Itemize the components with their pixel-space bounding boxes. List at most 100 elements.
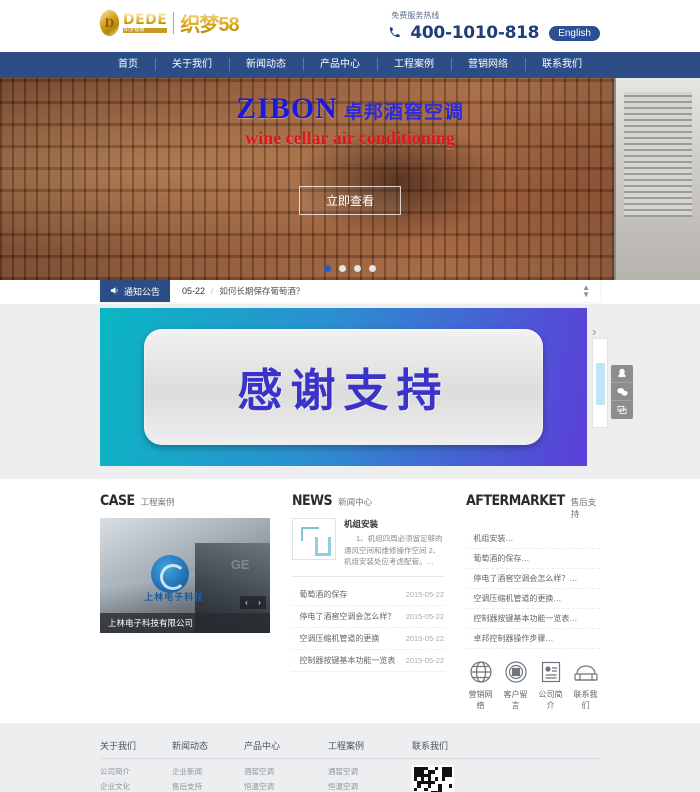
quick-link-profile[interactable]: 公司简介 <box>536 659 565 711</box>
footer-column-title: 新闻动态 <box>172 739 244 759</box>
list-item[interactable]: · 空调压缩机管道的更换 2015-05-22 <box>292 628 444 650</box>
english-language-button[interactable]: English <box>549 25 600 41</box>
list-item[interactable]: · 控制器按键基本功能一览表 2015-05-22 <box>292 650 444 672</box>
notice-headline: 如何长期保存葡萄酒？ <box>219 286 305 296</box>
banner-dot-4[interactable] <box>369 265 376 272</box>
case-prev-button[interactable]: ‹ <box>240 596 253 609</box>
logo-coin-icon: D <box>100 9 119 36</box>
bullet-icon: · <box>292 612 295 620</box>
nav-item-news[interactable]: 新闻动态 <box>229 52 303 78</box>
footer-column-news: 新闻动态 企业新闻 售后支持 产品知识 <box>172 739 244 792</box>
notice-scroll-arrows[interactable]: ▲ ▼ <box>582 283 600 298</box>
bullet-icon: · <box>466 555 469 562</box>
footer-column-title: 联系我们 <box>412 739 600 759</box>
list-item[interactable]: · 停电了酒窖空调会怎么样？ 2015-05-22 <box>292 606 444 628</box>
hotline-label: 免费服务热线 <box>391 11 440 20</box>
footer-link[interactable]: 恒温空调 <box>328 780 412 792</box>
list-item[interactable]: · 卓邦控制器操作步骤… <box>466 629 600 649</box>
case-section-header: CASE 工程案例 <box>100 493 270 509</box>
aftermarket-item-text: 卓邦控制器操作步骤… <box>473 634 554 643</box>
notice-separator: / <box>211 286 214 296</box>
notice-tag[interactable]: 通知公告 <box>100 280 171 302</box>
case-card[interactable]: 上林电子科技 GE ‹ › 上林电子科技有限公司 <box>100 518 270 633</box>
news-item-date: 2015-05-22 <box>405 655 444 665</box>
list-item[interactable]: · 葡萄酒的保存… <box>466 549 600 569</box>
banner-dot-3[interactable] <box>354 265 361 272</box>
megaphone-icon <box>110 286 120 297</box>
case-caption: 上林电子科技有限公司 <box>100 613 270 633</box>
list-item[interactable]: · 葡萄酒的保存 2015-05-22 <box>292 584 444 606</box>
aftermarket-item-text: 葡萄酒的保存… <box>473 554 530 563</box>
case-slider-nav: ‹ › <box>240 596 266 609</box>
news-item-date: 2015-05-22 <box>405 633 444 643</box>
list-item[interactable]: · 控制器按键基本功能一览表… <box>466 609 600 629</box>
footer-link[interactable]: 售后支持 <box>172 780 244 792</box>
news-item-text: 空调压缩机管道的更换 <box>299 633 380 643</box>
message-icon[interactable] <box>611 401 633 419</box>
footer-column-title: 工程案例 <box>328 739 412 759</box>
banner-dots <box>324 265 376 272</box>
footer-column-about: 关于我们 公司简介 企业文化 质量认证 企业荣誉 <box>100 739 172 792</box>
list-item[interactable]: · 空调压缩机管道的更换… <box>466 589 600 609</box>
banner-subtitle: wine cellar air conditioning <box>245 128 455 148</box>
aftermarket-item-text: 停电了酒窖空调会怎么样？… <box>473 574 578 583</box>
footer-link[interactable]: 恒温空调 <box>244 780 328 792</box>
case-ghost-text: GE <box>230 557 250 573</box>
banner-dot-1[interactable] <box>324 265 331 272</box>
logo-brand-text: DEDE <box>123 11 168 28</box>
banner-dot-2[interactable] <box>339 265 346 272</box>
qr-code-image <box>412 765 454 792</box>
page-root: D DEDE 织梦模板 织梦58 免费服务热线 400-1010-818 Eng… <box>0 0 700 792</box>
nav-item-products[interactable]: 产品中心 <box>303 52 377 78</box>
promo-next-arrow[interactable]: › <box>592 324 596 339</box>
quick-link-network[interactable]: 营销网络 <box>466 659 495 711</box>
telephone-icon <box>573 659 599 685</box>
quick-link-contact[interactable]: 联系我们 <box>571 659 600 711</box>
list-item[interactable]: · 机组安装… <box>466 529 600 549</box>
list-item[interactable]: · 停电了酒窖空调会怎么样？… <box>466 569 600 589</box>
footer-link[interactable]: 酒窖空调 <box>244 765 328 780</box>
footer-column-contact: 联系我们 <box>412 739 600 792</box>
news-item-text: 葡萄酒的保存 <box>299 589 348 599</box>
footer-link[interactable]: 企业新闻 <box>172 765 244 780</box>
news-title-cn: 新闻中心 <box>338 497 373 507</box>
case-next-button[interactable]: › <box>253 596 266 609</box>
bullet-icon: · <box>292 634 295 642</box>
quick-link-label: 公司简介 <box>538 690 563 710</box>
aftermarket-title-cn: 售后支持 <box>570 497 597 519</box>
nav-item-contact[interactable]: 联系我们 <box>525 52 599 78</box>
news-item-date: 2015-05-22 <box>405 589 444 599</box>
bullet-icon: · <box>466 635 469 642</box>
bullet-icon: · <box>466 615 469 622</box>
notice-content[interactable]: 05-22 / 如何长期保存葡萄酒？ <box>170 285 304 297</box>
banner-title-block: ZIBON 卓邦酒窖空调 wine cellar air conditioning <box>0 92 700 149</box>
case-title-en: CASE <box>100 493 135 509</box>
card-icon <box>538 659 564 685</box>
footer-link[interactable]: 公司简介 <box>100 765 172 780</box>
news-feature[interactable]: 机组安装 1、机组四周必须留足够的通风空间和维修操作空间 2、机组安装处应考虑配… <box>292 518 444 577</box>
nav-item-home[interactable]: 首页 <box>101 52 155 78</box>
bullet-icon: · <box>466 575 469 582</box>
nav-item-cases[interactable]: 工程案例 <box>377 52 451 78</box>
banner-brand-cn: 卓邦酒窖空调 <box>343 102 464 123</box>
footer-column-products: 产品中心 酒窖空调 恒温空调 恒温恒湿机 净化空调 泳池除湿热泵机组 转轮除湿机… <box>244 739 328 792</box>
banner-cta-button[interactable]: 立即查看 <box>298 186 402 215</box>
nav-item-network[interactable]: 营销网络 <box>451 52 525 78</box>
nav-item-about[interactable]: 关于我们 <box>155 52 229 78</box>
notice-bar: 通知公告 05-22 / 如何长期保存葡萄酒？ ▲ ▼ <box>100 280 600 302</box>
news-list: · 葡萄酒的保存 2015-05-22 · 停电了酒窖空调会怎么样？ 2015-… <box>292 584 444 672</box>
news-item-text: 停电了酒窖空调会怎么样？ <box>299 611 396 621</box>
quick-link-label: 营销网络 <box>468 690 493 710</box>
footer-link[interactable]: 企业文化 <box>100 780 172 792</box>
quick-link-message[interactable]: 客户留言 <box>501 659 530 711</box>
footer-link[interactable]: 酒窖空调 <box>328 765 412 780</box>
promo-banner-image[interactable]: 感谢支持 <box>100 308 587 466</box>
phone-icon <box>389 26 401 40</box>
wechat-icon[interactable] <box>611 383 633 401</box>
site-logo[interactable]: D DEDE 织梦模板 织梦58 <box>100 8 240 37</box>
content-columns: CASE 工程案例 上林电子科技 GE ‹ › 上林电子科技有限公司 NEWS … <box>0 479 700 711</box>
quick-link-label: 联系我们 <box>573 690 598 710</box>
qq-icon[interactable] <box>611 365 633 383</box>
stamp-icon <box>503 659 529 685</box>
header-contact-block: 免费服务热线 400-1010-818 English <box>389 10 600 43</box>
